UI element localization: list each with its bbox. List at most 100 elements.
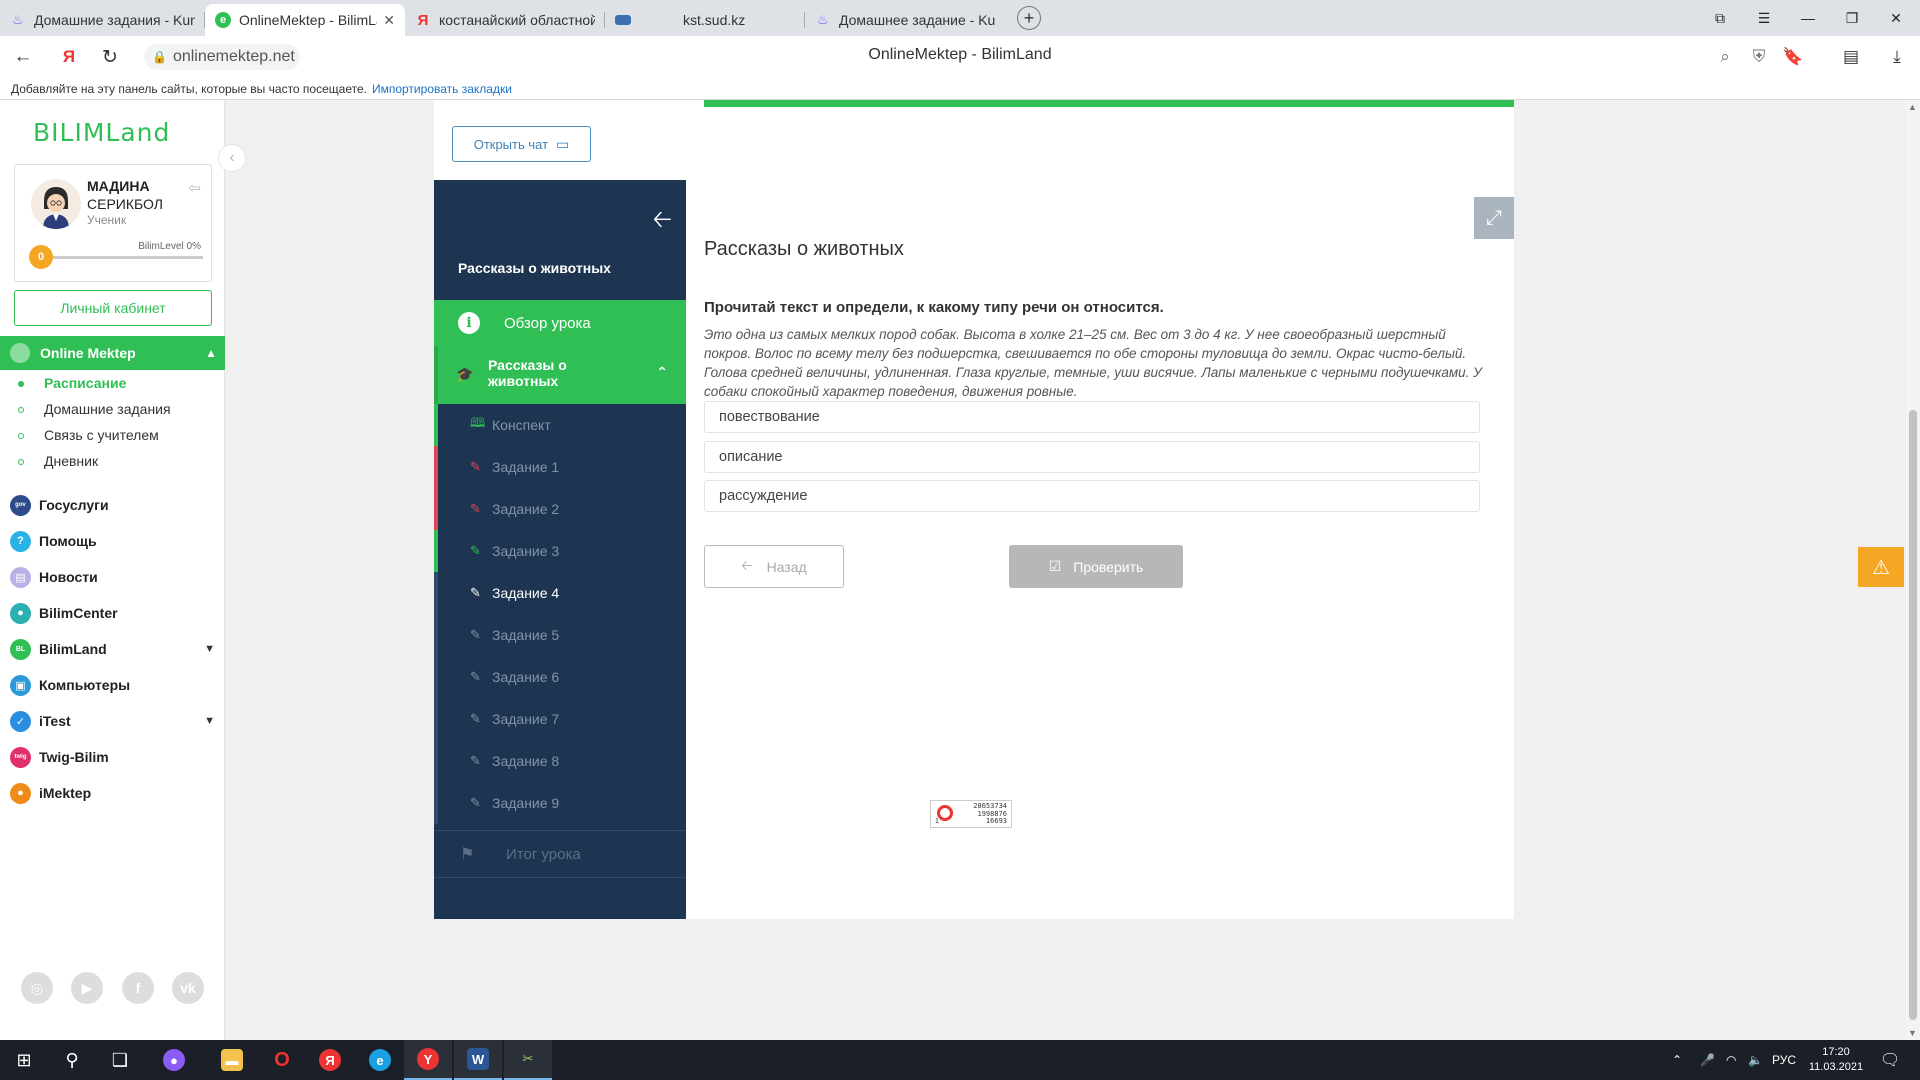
sidebar-subitem-schedule[interactable]: Расписание (0, 375, 225, 391)
sidebar-item-label: Online Mektep (40, 345, 136, 361)
edit-icon: ✎ (470, 459, 481, 474)
wifi-icon[interactable]: ◠ (1726, 1040, 1736, 1080)
back-button[interactable]: 🡠 Назад (704, 545, 844, 588)
snipping-tool-icon[interactable]: ✂ (504, 1040, 552, 1080)
warning-icon[interactable]: ⚠ (1858, 547, 1904, 587)
task-view-icon[interactable]: ❏ (96, 1040, 144, 1080)
close-window-icon[interactable]: ✕ (1876, 0, 1916, 36)
sidebar-item-imektep[interactable]: ● iMektep (0, 778, 225, 808)
minimize-icon[interactable]: — (1788, 0, 1828, 36)
browser-tab[interactable]: kst.sud.kz (605, 4, 805, 36)
lesson-item-task-3[interactable]: ✎ Задание 3 (434, 530, 686, 572)
sidebar-item-itest[interactable]: ✓ iTest ▼ (0, 706, 225, 736)
sidebar-item-help[interactable]: ? Помощь (0, 526, 225, 556)
protect-icon[interactable]: ⛨ (1746, 44, 1772, 70)
lesson-item-label: Конспект (492, 417, 551, 433)
vk-icon[interactable]: vk (172, 972, 204, 1004)
tray-arrow-icon[interactable]: ⌃ (1672, 1040, 1682, 1080)
lesson-overview-item[interactable]: i Обзор урока (434, 300, 686, 346)
menu-icon[interactable]: ☰ (1744, 0, 1784, 36)
opera-icon[interactable]: O (258, 1040, 306, 1080)
open-chat-button[interactable]: Открыть чат ▭ (452, 126, 591, 162)
system-clock[interactable]: 17:20 11.03.2021 (1806, 1045, 1866, 1075)
url-field[interactable]: 🔒 onlinemektep.net (144, 44, 300, 70)
bookmark-icon[interactable]: 🔖 (1780, 44, 1806, 70)
lesson-item-konspekt[interactable]: 🕮 Конспект (434, 404, 686, 446)
sidebar-subitem-diary[interactable]: Дневник (0, 453, 225, 469)
lesson-item-task-6[interactable]: ✎ Задание 6 (434, 656, 686, 698)
browser-tab-active[interactable]: e OnlineMektep - BilimLa ✕ (205, 4, 405, 36)
reload-icon[interactable]: ↻ (96, 44, 124, 70)
bilimland-logo[interactable]: BILIMLand (33, 118, 170, 147)
tab-list-icon[interactable]: ⧉ (1700, 0, 1740, 36)
lesson-item-task-7[interactable]: ✎ Задание 7 (434, 698, 686, 740)
avatar[interactable] (31, 179, 81, 229)
facebook-icon[interactable]: f (122, 972, 154, 1004)
lesson-item-task-2[interactable]: ✎ Задание 2 (434, 488, 686, 530)
downloads-icon[interactable]: ⤓ (1884, 44, 1910, 70)
yandex-icon[interactable]: Я (55, 44, 83, 70)
instagram-icon[interactable]: ◎ (21, 972, 53, 1004)
sidebar-item-news[interactable]: ▤ Новости (0, 562, 225, 592)
edge-icon[interactable]: e (356, 1040, 404, 1080)
scroll-down-icon[interactable]: ▼ (1908, 1028, 1917, 1038)
lesson-item-task-4[interactable]: ✎ Задание 4 (434, 572, 686, 614)
logout-icon[interactable]: ⇦ (188, 179, 201, 197)
subitem-label: Домашние задания (44, 401, 171, 417)
lesson-item-task-5[interactable]: ✎ Задание 5 (434, 614, 686, 656)
file-explorer-icon[interactable]: ▬ (208, 1040, 256, 1080)
scroll-up-icon[interactable]: ▲ (1908, 102, 1917, 112)
answer-option-label: повествование (719, 409, 820, 425)
personal-cabinet-button[interactable]: Личный кабинет (14, 290, 212, 326)
lesson-summary-item[interactable]: ⚑ Итог урока (434, 830, 686, 878)
sidebar-item-gosuslugi[interactable]: gov Госуслуги (0, 490, 225, 520)
lesson-overview-label: Обзор урока (504, 314, 591, 332)
input-language[interactable]: РУС (1772, 1040, 1796, 1080)
notifications-icon[interactable]: 🗨 (1880, 1040, 1900, 1080)
browser-tab[interactable]: Я костанайский областной с (405, 4, 605, 36)
back-icon[interactable]: ← (9, 44, 37, 70)
lesson-item-task-1[interactable]: ✎ Задание 1 (434, 446, 686, 488)
yandex-browser-icon[interactable]: Y (404, 1040, 452, 1080)
sidebar-item-twig-bilim[interactable]: twig Twig-Bilim (0, 742, 225, 772)
lesson-item-task-9[interactable]: ✎ Задание 9 (434, 782, 686, 824)
sidebar-item-bilimland[interactable]: BL BilimLand ▼ (0, 634, 225, 664)
answer-option[interactable]: рассуждение (704, 480, 1480, 512)
check-button[interactable]: ☑ Проверить (1009, 545, 1183, 588)
scrollbar-thumb[interactable] (1909, 410, 1917, 1020)
import-bookmarks-link[interactable]: Импортировать закладки (372, 82, 512, 96)
close-tab-icon[interactable]: ✕ (383, 12, 395, 29)
sidebar-subitem-teacher-contact[interactable]: Связь с учителем (0, 427, 225, 443)
sidebar-collapse-button[interactable]: ‹ (218, 144, 246, 172)
fullscreen-icon[interactable]: ⤢ (1474, 197, 1514, 239)
word-icon[interactable]: W (454, 1040, 502, 1080)
youtube-icon[interactable]: ▶ (71, 972, 103, 1004)
collections-icon[interactable]: ▤ (1838, 44, 1864, 70)
answer-option[interactable]: описание (704, 441, 1480, 473)
lesson-item-task-8[interactable]: ✎ Задание 8 (434, 740, 686, 782)
bilim-level-bar (41, 256, 203, 259)
arrow-left-icon[interactable]: 🡠 (653, 202, 672, 243)
new-tab-button[interactable]: + (1017, 6, 1041, 30)
yandex-icon[interactable]: Я (306, 1040, 354, 1080)
lesson-item-label: Задание 9 (492, 795, 560, 811)
bullet-icon (18, 381, 24, 387)
volume-icon[interactable]: 🔈 (1748, 1040, 1763, 1080)
edit-icon: ✎ (470, 711, 481, 726)
browser-tab[interactable]: ♨ Домашнее задание - Kun (805, 4, 1005, 36)
windows-taskbar: ⊞ ⚲ ❏ ● ▬ O Я e Y W ✂ ⌃ 🎤 ◠ 🔈 РУС 17:20 … (0, 1040, 1920, 1080)
browser-tab[interactable]: ♨ Домашние задания - Kun (0, 4, 205, 36)
search-icon[interactable]: ⌕ (1712, 44, 1738, 70)
lesson-section-current[interactable]: 🎓 Рассказы о животных ⌃ (434, 346, 686, 404)
sidebar-subitem-homework[interactable]: Домашние задания (0, 401, 225, 417)
page-scrollbar[interactable]: ▲ ▼ (1906, 100, 1920, 1040)
restore-icon[interactable]: ❐ (1832, 0, 1872, 36)
sidebar-item-computers[interactable]: ▣ Компьютеры (0, 670, 225, 700)
sidebar-item-online-mektep[interactable]: Online Mektep ▲ (0, 336, 225, 370)
windows-start-icon[interactable]: ⊞ (0, 1040, 48, 1080)
search-icon[interactable]: ⚲ (48, 1040, 96, 1080)
alice-icon[interactable]: ● (150, 1040, 198, 1080)
answer-option[interactable]: повествование (704, 401, 1480, 433)
sidebar-item-bilimcenter[interactable]: ● BilimCenter (0, 598, 225, 628)
microphone-icon[interactable]: 🎤 (1700, 1040, 1715, 1080)
